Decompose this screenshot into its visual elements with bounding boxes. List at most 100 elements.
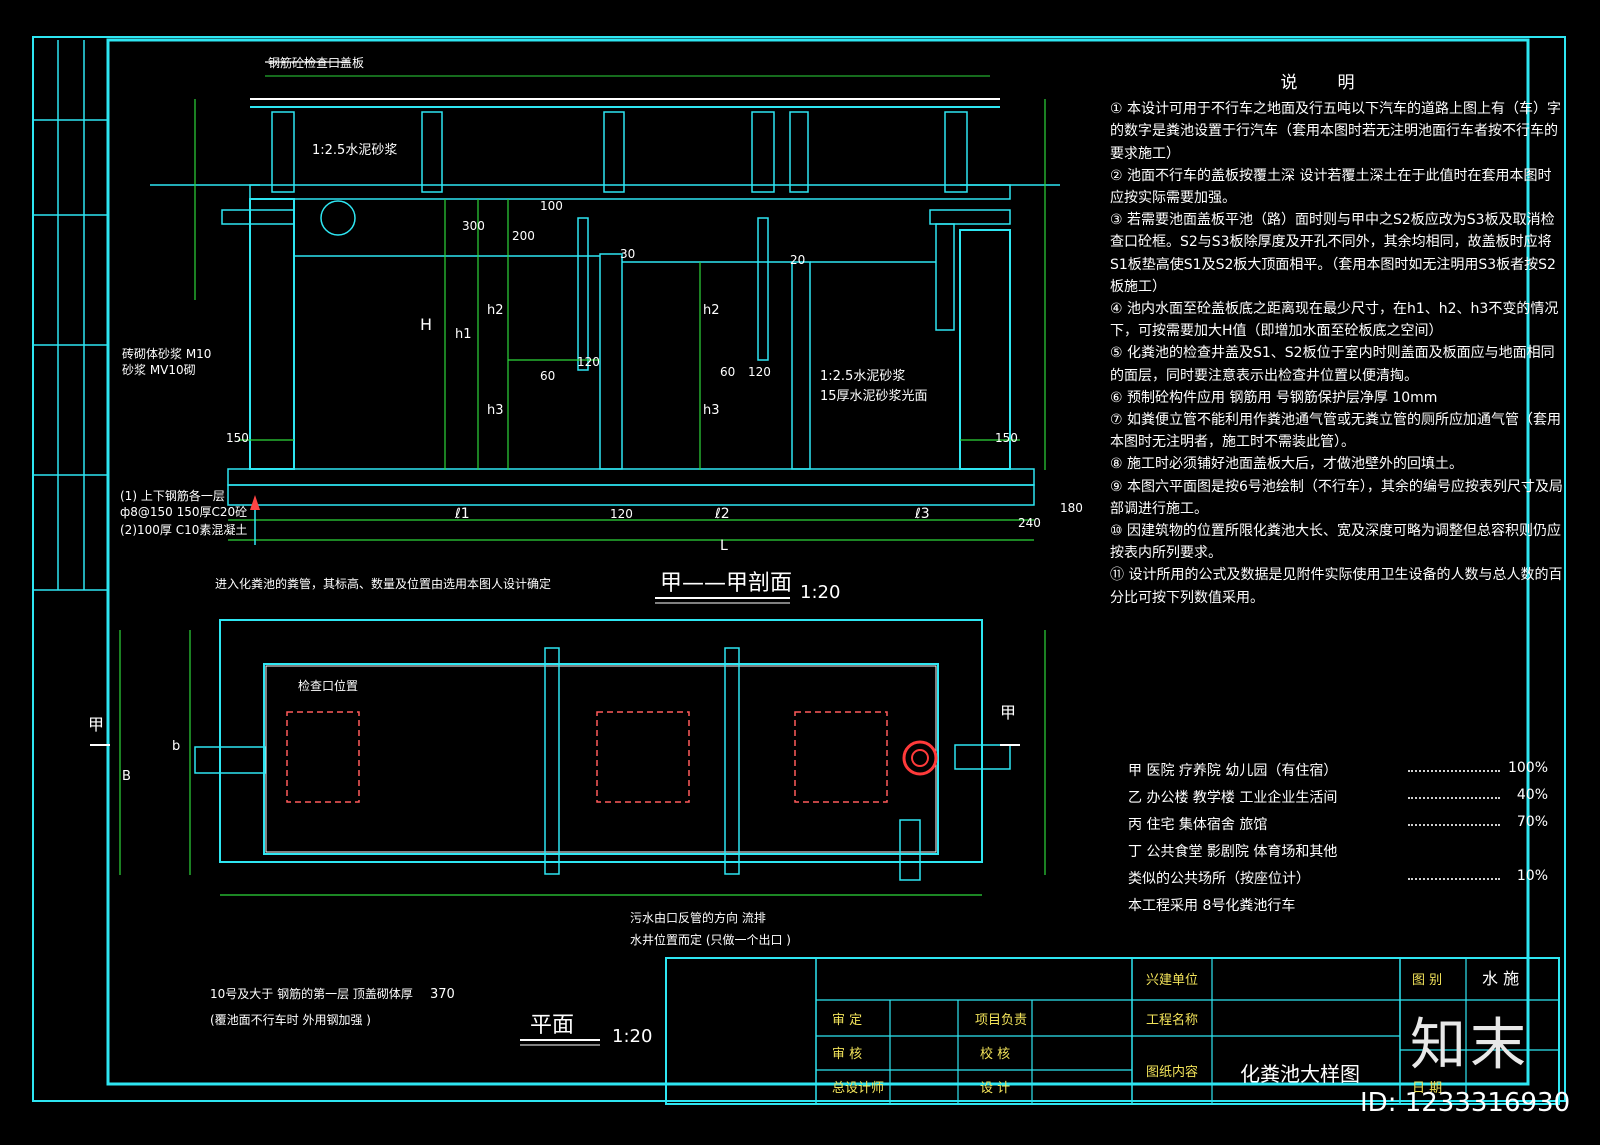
- note-item-7: ⑦ 如粪便立管不能利用作粪池通气管或无粪立管的厕所应加通气管（套用本图时无注明者…: [1110, 412, 1561, 451]
- ratio-label: 乙 办公楼 教学楼 工业企业生活间: [1128, 790, 1338, 806]
- tb-design: 设 计: [980, 1081, 1010, 1096]
- dim-200: 200: [512, 229, 535, 243]
- ratio-row: 丁 公共食堂 影剧院 体育场和其他: [1128, 841, 1548, 868]
- dim-300: 300: [462, 219, 485, 233]
- plan-scale: 1:20: [612, 1026, 652, 1047]
- dim-100: 100: [540, 199, 563, 213]
- ratio-row: 类似的公共场所（按座位计） 10%: [1128, 868, 1548, 895]
- ratio-value: 100%: [1507, 760, 1548, 776]
- watermark-id: ID: 1233316930: [1360, 1088, 1571, 1118]
- section-labels: 钢筋砼检查口盖板 1:2.5水泥砂浆 H h1 h2 h3 h2 h3 300 …: [120, 55, 1083, 554]
- tb-drawing-name: 化粪池大样图: [1240, 1062, 1360, 1086]
- section-marker-right: 甲: [1000, 703, 1016, 722]
- ratio-value: 40%: [1516, 787, 1548, 803]
- tb-project-name: 工程名称: [1146, 1012, 1198, 1028]
- tb-discipline: 水 施: [1482, 969, 1519, 988]
- note-item-4: ④ 池内水面至砼盖板底之距离现在最少尺寸，在h1、h2、h3不变的情况下，可按需…: [1110, 301, 1559, 340]
- wall-label-2: 砂浆 MV10砌: [122, 362, 196, 377]
- dim-h2-a: h2: [487, 303, 504, 318]
- plaster-note-2a: 1:2.5水泥砂浆: [820, 369, 905, 384]
- dim-120-a: 120: [577, 355, 600, 369]
- dim-l1: ℓ1: [454, 506, 470, 522]
- dim-l3: ℓ3: [914, 506, 930, 522]
- bottom-note-1: (1) 上下钢筋各一层: [120, 488, 225, 503]
- section-title: 甲——甲剖面: [660, 571, 792, 596]
- dim-150-b: 150: [995, 431, 1018, 445]
- top-slab-label: 钢筋砼检查口盖板: [268, 55, 364, 70]
- ratio-row: 甲 医院 疗养院 幼儿园（有住宿） 100%: [1128, 760, 1548, 787]
- tb-check: 校 核: [980, 1046, 1010, 1062]
- section-title-group: 甲——甲剖面 1:20: [655, 571, 840, 604]
- note-item-9: ⑨ 本图六平面图是按6号池绘制（不行车），其余的编号应按表列尺寸及局部调进行施工…: [1110, 478, 1563, 517]
- dim-120-b: 120: [748, 365, 771, 379]
- wall-label: 砖砌体砂浆 M10: [122, 346, 211, 361]
- dim-180: 180: [1060, 501, 1083, 515]
- ratio-label: 丁 公共食堂 影剧院 体育场和其他: [1128, 844, 1338, 860]
- tb-build-unit: 兴建单位: [1146, 973, 1198, 988]
- notes-title: 说明: [1280, 73, 1395, 93]
- dim-L: L: [720, 538, 728, 554]
- plaster-note-2b: 15厚水泥砂浆光面: [820, 389, 928, 404]
- section-scale: 1:20: [800, 582, 840, 603]
- tb-design-head: 总设计师: [832, 1081, 884, 1096]
- tb-drawing-no: 图 别: [1412, 973, 1442, 988]
- ratio-label: 类似的公共场所（按座位计）: [1128, 871, 1310, 887]
- leader-dots: [1408, 797, 1500, 799]
- final-line-row: 本工程采用 8号化粪池行车: [1128, 895, 1548, 922]
- bottom-note-2: ф8@150 150厚C20砼: [120, 505, 247, 519]
- dim-150-a: 150: [226, 431, 249, 445]
- dim-240: 240: [1018, 516, 1041, 530]
- dim-h3-b: h3: [703, 403, 720, 418]
- note-item-11: ⑪ 设计所用的公式及数据是见附件实际使用卫生设备的人数与总人数的百分比可按下列数…: [1110, 567, 1563, 606]
- note-item-2: ② 池面不行车的盖板按覆土深 设计若覆土深土在于此值时在套用本图时应按实际需要加…: [1110, 167, 1552, 207]
- bottom-note-3: (2)100厚 C10素混凝土: [120, 522, 247, 537]
- outlet-note-2: 水井位置而定 (只做一个出口 ): [630, 932, 791, 947]
- dim-30: 30: [620, 247, 635, 261]
- ratio-value: 70%: [1516, 814, 1548, 830]
- note-item-6: ⑥ 预制砼构件应用 钢筋用 号钢筋保护层净厚 10mm: [1110, 389, 1438, 406]
- usage-ratio-table: 甲 医院 疗养院 幼儿园（有住宿） 100% 乙 办公楼 教学楼 工业企业生活间…: [1128, 760, 1548, 922]
- plan-title: 平面: [530, 1013, 574, 1038]
- dim-60-b: 60: [720, 365, 735, 379]
- notes-panel: 说明 ① 本设计可用于不行车之地面及行五吨以下汽车的道路上图上有（车）字的数字是…: [1110, 72, 1565, 609]
- final-line: 本工程采用 8号化粪池行车: [1128, 898, 1296, 914]
- dim-l2: ℓ2: [714, 506, 730, 522]
- tb-project-lead: 项目负责: [975, 1013, 1027, 1028]
- leader-dots: [1408, 824, 1500, 826]
- plan-note-bottom-2: (覆池面不行车时 外用钢加强 ): [210, 1012, 371, 1027]
- ratio-label: 丙 住宅 集体宿舍 旅馆: [1128, 817, 1268, 833]
- leader-dots: [1408, 878, 1500, 880]
- note-item-1: ① 本设计可用于不行车之地面及行五吨以下汽车的道路上图上有（车）字的数字是粪池设…: [1110, 101, 1561, 162]
- dim-370: 370: [430, 987, 455, 1002]
- plaster-note: 1:2.5水泥砂浆: [312, 143, 397, 158]
- note-item-10: ⑩ 因建筑物的位置所限化粪池大长、宽及深度可略为调整但总容积则仍应按表内所列要求…: [1110, 523, 1561, 562]
- binding-strip: [32, 37, 108, 1101]
- watermark-brand: 知末: [1410, 1013, 1530, 1078]
- note-item-8: ⑧ 施工时必须铺好池面盖板大后，才做池壁外的回填土。: [1110, 456, 1463, 473]
- section-view: [150, 61, 1060, 545]
- inspect-label: 检查口位置: [298, 678, 358, 693]
- dim-b: b: [172, 739, 180, 754]
- ratio-row: 乙 办公楼 教学楼 工业企业生活间 40%: [1128, 787, 1548, 814]
- plan-note-top: 进入化粪池的粪管，其标高、数量及位置由选用本图人设计确定: [215, 576, 551, 591]
- dim-20: 20: [790, 253, 805, 267]
- ratio-row: 丙 住宅 集体宿舍 旅馆 70%: [1128, 814, 1548, 841]
- note-item-3: ③ 若需要池面盖板平池（路）面时则与甲中之S2板应改为S3板及取消检查口砼框。S…: [1110, 212, 1556, 295]
- ratio-value: 10%: [1516, 868, 1548, 884]
- dim-60-a: 60: [540, 369, 555, 383]
- tb-approve: 审 定: [832, 1013, 862, 1028]
- dim-h2-b: h2: [703, 303, 720, 318]
- plan-note-bottom: 10号及大于 钢筋的第一层 顶盖砌体厚: [210, 986, 413, 1001]
- tb-review: 审 核: [832, 1047, 862, 1062]
- ratio-label: 甲 医院 疗养院 幼儿园（有住宿）: [1128, 763, 1338, 779]
- dim-h1: h1: [455, 327, 472, 342]
- dim-H: H: [420, 315, 432, 334]
- outlet-note: 污水由口反管的方向 流排: [630, 910, 766, 925]
- dim-B: B: [122, 769, 131, 784]
- dim-h3-a: h3: [487, 403, 504, 418]
- tb-drawing-content: 图纸内容: [1146, 1064, 1198, 1080]
- note-item-5: ⑤ 化粪池的检查井盖及S1、S2板位于室内时则盖面及板面应与地面相同的面层，同时…: [1110, 345, 1555, 384]
- leader-dots: [1408, 770, 1500, 772]
- plan-view: 进入化粪池的粪管，其标高、数量及位置由选用本图人设计确定: [90, 576, 1046, 896]
- section-marker-left: 甲: [88, 715, 104, 734]
